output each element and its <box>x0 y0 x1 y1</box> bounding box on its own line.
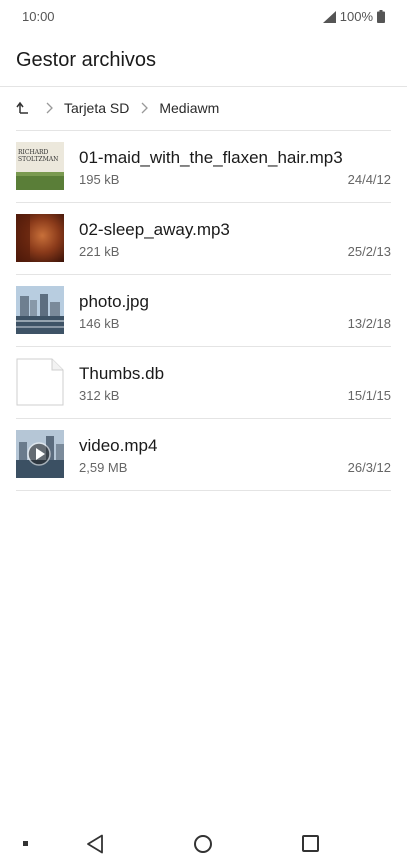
file-row[interactable]: photo.jpg 146 kB 13/2/18 <box>16 275 391 347</box>
file-size: 312 kB <box>79 388 120 403</box>
back-icon[interactable] <box>86 834 104 854</box>
battery-level: 100% <box>339 9 373 24</box>
breadcrumb: Tarjeta SD Mediawm <box>16 96 391 120</box>
file-list: RICHARD STOLTZMAN 01-maid_with_the_flaxe… <box>0 131 407 491</box>
divider <box>0 86 407 87</box>
file-name: 02-sleep_away.mp3 <box>79 220 230 239</box>
generic-file-icon <box>16 358 64 406</box>
breadcrumb-item-mediawm[interactable]: Mediawm <box>159 100 219 116</box>
breadcrumb-item-sd[interactable]: Tarjeta SD <box>64 100 129 116</box>
file-date: 26/3/12 <box>347 460 391 475</box>
cover-text-2: STOLTZMAN <box>18 156 58 163</box>
file-row[interactable]: 02-sleep_away.mp3 221 kB 25/2/13 <box>16 203 391 275</box>
file-row[interactable]: RICHARD STOLTZMAN 01-maid_with_the_flaxe… <box>16 131 391 203</box>
page-title: Gestor archivos <box>16 49 157 71</box>
file-date: 24/4/12 <box>347 172 391 187</box>
file-row[interactable]: Thumbs.db 312 kB 15/1/15 <box>16 347 391 419</box>
nav-dot-icon[interactable] <box>23 841 28 846</box>
navigation-bar <box>0 810 407 860</box>
chevron-right-icon <box>46 102 53 114</box>
file-date: 13/2/18 <box>347 316 391 331</box>
file-size: 221 kB <box>79 244 120 259</box>
file-size: 195 kB <box>79 172 120 187</box>
status-bar: 10:00 100% <box>0 0 407 32</box>
up-arrow-icon[interactable] <box>16 101 30 115</box>
file-date: 15/1/15 <box>347 388 391 403</box>
file-name: 01-maid_with_the_flaxen_hair.mp3 <box>79 148 343 167</box>
file-name: Thumbs.db <box>79 364 165 383</box>
recents-icon[interactable] <box>302 835 319 852</box>
file-size: 2,59 MB <box>79 460 128 475</box>
app-bar: Gestor archivos <box>16 42 391 78</box>
chevron-right-icon <box>141 102 149 114</box>
status-time: 10:00 <box>22 9 55 24</box>
video-thumbnail <box>16 430 64 478</box>
album-cover-thumbnail: RICHARD STOLTZMAN <box>16 142 64 190</box>
album-cover-thumbnail <box>16 214 64 262</box>
cover-text-1: RICHARD <box>18 149 49 156</box>
file-name: photo.jpg <box>79 292 149 311</box>
photo-thumbnail <box>16 286 64 334</box>
status-indicators: 100% <box>322 9 385 24</box>
file-row[interactable]: video.mp4 2,59 MB 26/3/12 <box>16 419 391 491</box>
file-date: 25/2/13 <box>347 244 391 259</box>
file-name: video.mp4 <box>79 436 158 455</box>
file-size: 146 kB <box>79 316 120 331</box>
signal-icon <box>322 10 336 23</box>
home-icon[interactable] <box>194 835 212 853</box>
battery-icon <box>377 10 385 23</box>
